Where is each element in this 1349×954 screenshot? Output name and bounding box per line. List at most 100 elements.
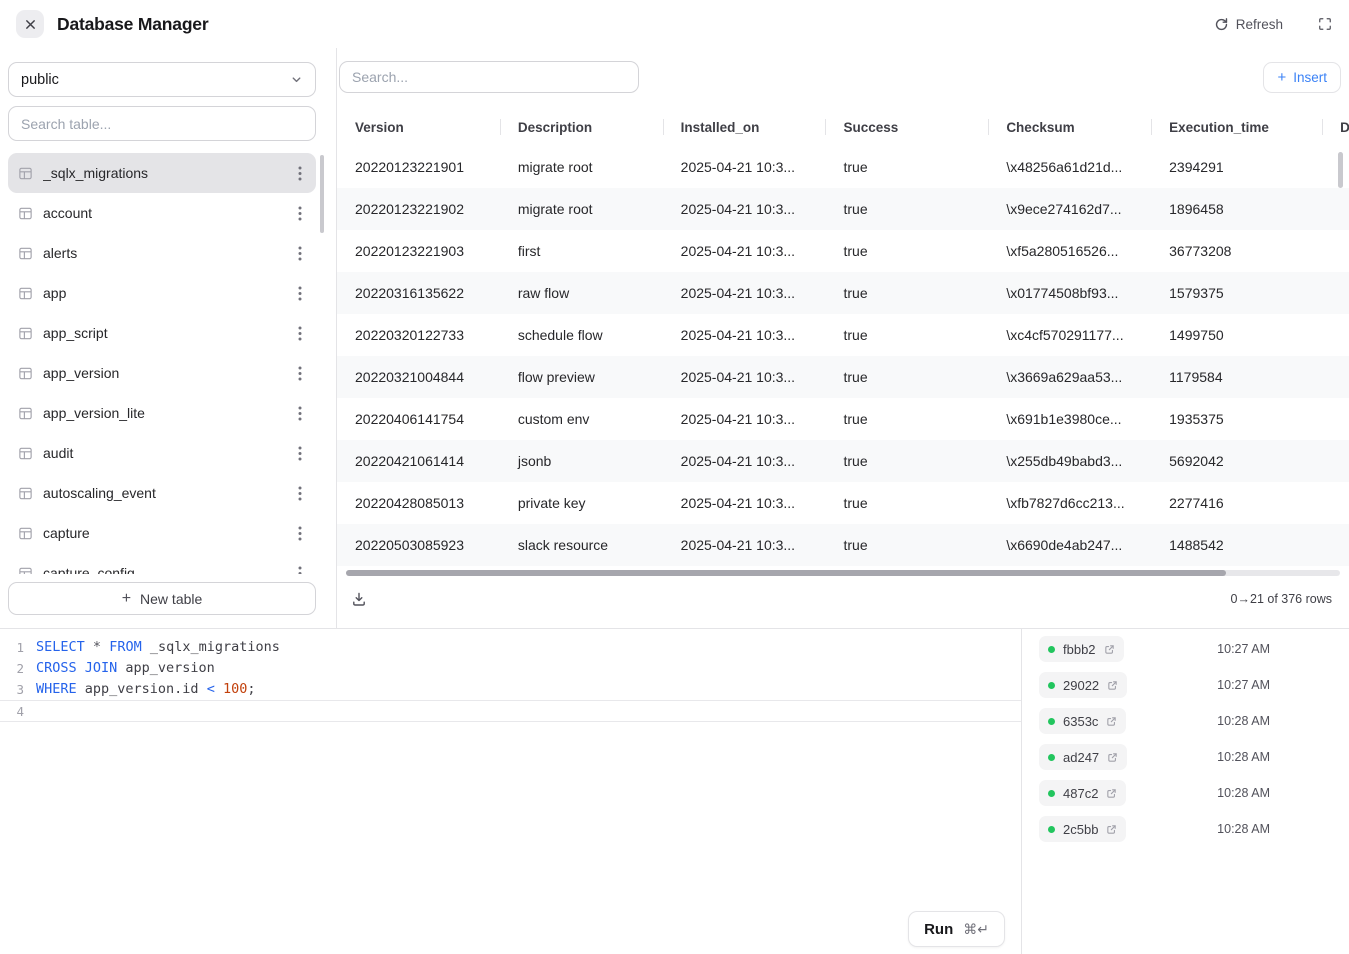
table-name: capture_config — [43, 565, 278, 574]
external-link-icon — [1107, 680, 1118, 691]
table-row[interactable]: 20220123221902migrate root2025-04-21 10:… — [337, 188, 1349, 230]
history-run-badge[interactable]: 6353c — [1039, 708, 1126, 734]
schema-select[interactable]: public — [8, 62, 316, 97]
table-row[interactable]: 20220321004844flow preview2025-04-21 10:… — [337, 356, 1349, 398]
external-link-icon — [1106, 824, 1117, 835]
new-table-button[interactable]: + New table — [8, 582, 316, 615]
code-text — [24, 701, 36, 721]
table-cell: 1179584 — [1151, 356, 1322, 398]
sidebar-table-item[interactable]: account — [8, 193, 316, 233]
table-search-input[interactable] — [8, 106, 316, 141]
table-cell: migrate root — [500, 188, 663, 230]
table-menu-button[interactable] — [288, 519, 312, 547]
column-header-dele[interactable]: Dele — [1322, 108, 1349, 146]
table-cell: 20220503085923 — [337, 524, 500, 566]
table-cell: \x691b1e3980ce... — [988, 398, 1151, 440]
table-cell: flow preview — [500, 356, 663, 398]
table-cell: slack resource — [500, 524, 663, 566]
table-cell — [1322, 398, 1349, 440]
column-header-version[interactable]: Version — [337, 108, 500, 146]
table-menu-button[interactable] — [288, 239, 312, 267]
sidebar-table-item[interactable]: audit — [8, 433, 316, 473]
external-link-icon — [1104, 644, 1115, 655]
sidebar-table-item[interactable]: app — [8, 273, 316, 313]
table-row[interactable]: 20220123221903first2025-04-21 10:3...tru… — [337, 230, 1349, 272]
plus-icon: + — [122, 591, 131, 607]
editor-line[interactable]: 3 WHERE app_version.id < 100; — [0, 679, 1021, 700]
table-name: autoscaling_event — [43, 485, 278, 501]
sidebar: public _sqlx_migrations account — [0, 48, 336, 628]
column-header-description[interactable]: Description — [500, 108, 663, 146]
refresh-button[interactable]: Refresh — [1214, 17, 1283, 32]
table-row[interactable]: 20220123221901migrate root2025-04-21 10:… — [337, 146, 1349, 188]
sidebar-table-item[interactable]: app_version_lite — [8, 393, 316, 433]
table-icon — [18, 326, 33, 341]
table-row[interactable]: 20220320122733schedule flow2025-04-21 10… — [337, 314, 1349, 356]
table-horizontal-scrollbar-thumb[interactable] — [346, 570, 1226, 576]
table-name: app_script — [43, 325, 278, 341]
sidebar-table-item[interactable]: alerts — [8, 233, 316, 273]
table-menu-button[interactable] — [288, 559, 312, 574]
table-vertical-scrollbar-thumb[interactable] — [1338, 152, 1343, 188]
table-cell: true — [825, 314, 988, 356]
table-name: app_version_lite — [43, 405, 278, 421]
column-header-success[interactable]: Success — [825, 108, 988, 146]
table-menu-button[interactable] — [288, 359, 312, 387]
table-menu-button[interactable] — [288, 399, 312, 427]
history-run-badge[interactable]: 29022 — [1039, 672, 1127, 698]
download-button[interactable] — [351, 591, 367, 607]
history-run-badge[interactable]: 487c2 — [1039, 780, 1126, 806]
refresh-icon — [1214, 17, 1229, 32]
insert-button[interactable]: + Insert — [1263, 62, 1341, 93]
kebab-icon — [298, 165, 302, 182]
history-run-badge[interactable]: fbbb2 — [1039, 636, 1124, 662]
run-button[interactable]: Run ⌘↵ — [908, 911, 1005, 947]
history-run-badge[interactable]: ad247 — [1039, 744, 1127, 770]
column-header-execution_time[interactable]: Execution_time — [1151, 108, 1322, 146]
table-row[interactable]: 20220503085923slack resource2025-04-21 1… — [337, 524, 1349, 566]
table-menu-button[interactable] — [288, 279, 312, 307]
editor-line[interactable]: 4 — [0, 700, 1021, 722]
sidebar-table-item[interactable]: _sqlx_migrations — [8, 153, 316, 193]
table-menu-button[interactable] — [288, 439, 312, 467]
history-run-badge[interactable]: 2c5bb — [1039, 816, 1126, 842]
sidebar-scrollbar-thumb[interactable] — [320, 155, 324, 233]
column-header-installed_on[interactable]: Installed_on — [663, 108, 826, 146]
run-time: 10:28 AM — [1217, 822, 1270, 836]
table-horizontal-scrollbar[interactable] — [346, 570, 1340, 576]
kebab-icon — [298, 405, 302, 422]
table-cell: 2025-04-21 10:3... — [663, 482, 826, 524]
table-cell: 1935375 — [1151, 398, 1322, 440]
kebab-icon — [298, 525, 302, 542]
table-cell — [1322, 230, 1349, 272]
sidebar-table-item[interactable]: app_version — [8, 353, 316, 393]
table-cell: 36773208 — [1151, 230, 1322, 272]
table-menu-button[interactable] — [288, 159, 312, 187]
sql-editor[interactable]: 1 SELECT * FROM _sqlx_migrations 2 CROSS… — [0, 629, 1021, 954]
kebab-icon — [298, 365, 302, 382]
editor-line[interactable]: 2 CROSS JOIN app_version — [0, 658, 1021, 679]
sidebar-table-item[interactable]: autoscaling_event — [8, 473, 316, 513]
table-row[interactable]: 20220421061414jsonb2025-04-21 10:3...tru… — [337, 440, 1349, 482]
kebab-icon — [298, 245, 302, 262]
column-header-checksum[interactable]: Checksum — [988, 108, 1151, 146]
sidebar-table-item[interactable]: app_script — [8, 313, 316, 353]
table-menu-button[interactable] — [288, 319, 312, 347]
table-cell: 20220321004844 — [337, 356, 500, 398]
close-button[interactable] — [16, 10, 44, 38]
editor-line[interactable]: 1 SELECT * FROM _sqlx_migrations — [0, 637, 1021, 658]
table-cell — [1322, 356, 1349, 398]
row-search-input[interactable] — [339, 61, 639, 93]
table-cell: 2394291 — [1151, 146, 1322, 188]
success-status-dot — [1048, 682, 1055, 689]
table-row[interactable]: 20220316135622raw flow2025-04-21 10:3...… — [337, 272, 1349, 314]
expand-button[interactable] — [1318, 17, 1332, 31]
migrations-table: VersionDescriptionInstalled_onSuccessChe… — [337, 108, 1349, 566]
table-row[interactable]: 20220406141754custom env2025-04-21 10:3.… — [337, 398, 1349, 440]
run-time: 10:28 AM — [1217, 750, 1270, 764]
table-menu-button[interactable] — [288, 479, 312, 507]
sidebar-table-item[interactable]: capture — [8, 513, 316, 553]
table-menu-button[interactable] — [288, 199, 312, 227]
table-row[interactable]: 20220428085013private key2025-04-21 10:3… — [337, 482, 1349, 524]
sidebar-table-item[interactable]: capture_config — [8, 553, 316, 574]
